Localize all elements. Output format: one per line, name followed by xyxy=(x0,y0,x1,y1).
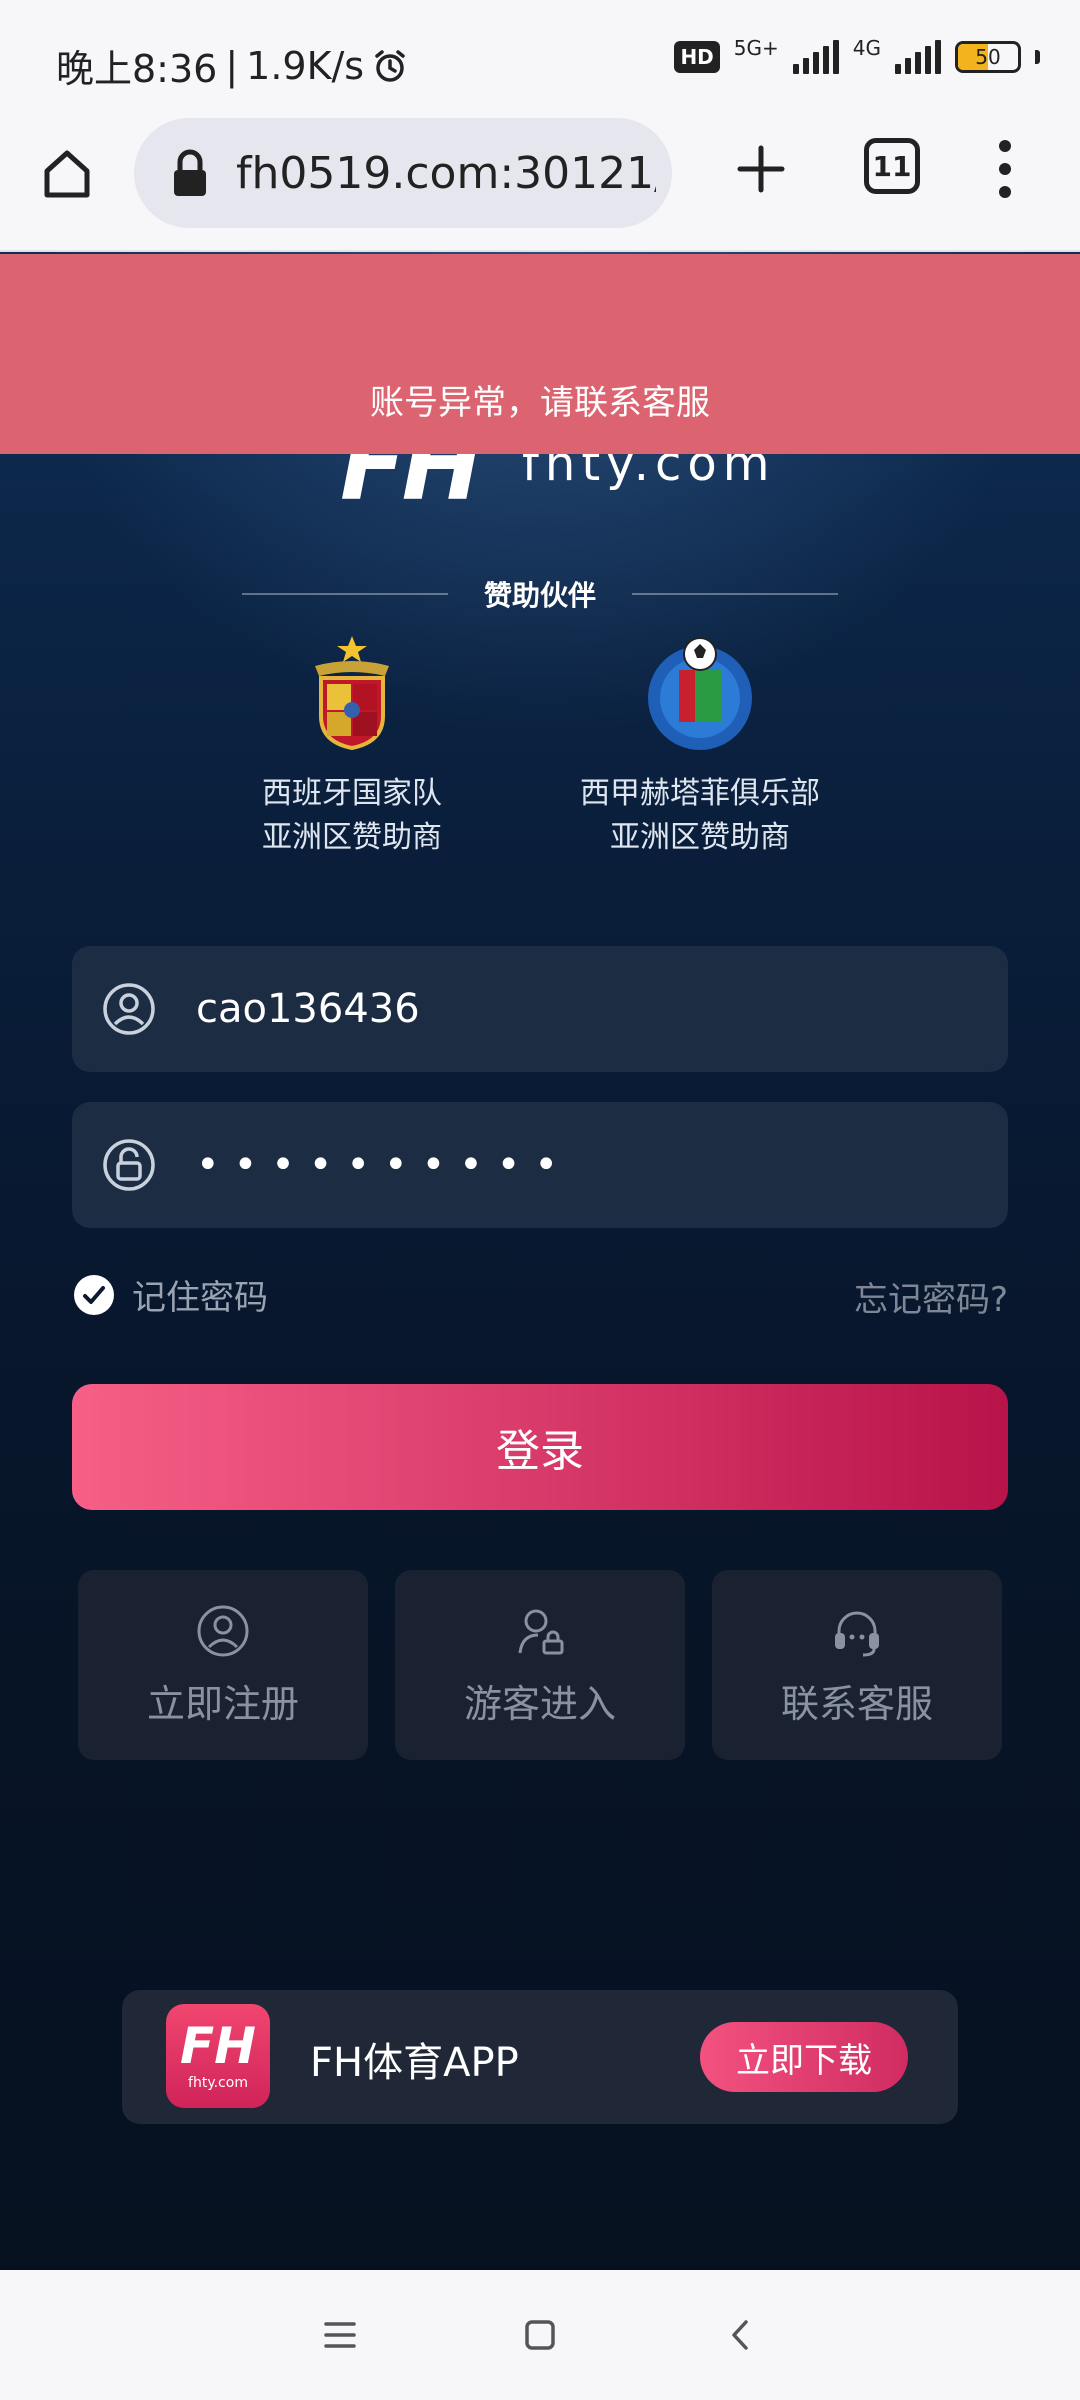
signal-4g-icon xyxy=(895,40,941,74)
status-separator: | xyxy=(225,43,239,88)
status-speed: 1.9K/s xyxy=(246,43,365,88)
username-value: cao136436 xyxy=(196,986,420,1032)
sponsor-getafe-line1: 西甲赫塔菲俱乐部 xyxy=(580,776,820,811)
address-bar[interactable]: fh0519.com:30121/en xyxy=(134,118,672,228)
remember-password-checkbox[interactable]: 记住密码 xyxy=(74,1270,268,1319)
status-left: 晚上8:36 | 1.9K/s xyxy=(56,38,408,93)
system-nav-bar xyxy=(0,2270,1080,2400)
getafe-crest-icon xyxy=(648,637,752,750)
support-label: 联系客服 xyxy=(780,1681,933,1726)
divider xyxy=(632,593,838,595)
app-logo-text: FH xyxy=(179,2017,256,2075)
contact-support-button[interactable]: 联系客服 xyxy=(712,1570,1002,1760)
remember-label: 记住密码 xyxy=(132,1278,268,1318)
battery-icon: 50 xyxy=(955,41,1021,73)
guest-entry-button[interactable]: 游客进入 xyxy=(395,1570,685,1760)
sponsor-getafe-line2: 亚洲区赞助商 xyxy=(610,820,790,855)
battery-level: 50 xyxy=(975,45,1001,69)
password-value: •••••••••• xyxy=(196,1142,572,1188)
app-logo-domain: fhty.com xyxy=(188,2075,248,2091)
username-field[interactable]: cao136436 xyxy=(72,946,1008,1072)
forgot-password-link[interactable]: 忘记密码? xyxy=(854,1272,1008,1321)
headset-icon xyxy=(835,1611,879,1656)
home-square-icon[interactable] xyxy=(510,2305,570,2365)
app-logo: FH fhty.com xyxy=(166,2004,270,2108)
signal-5g-icon xyxy=(792,40,839,74)
user-icon xyxy=(103,983,155,1035)
divider xyxy=(241,593,448,595)
alert-message: 账号异常，请联系客服 xyxy=(370,383,710,423)
battery-tip xyxy=(1035,50,1040,64)
password-field[interactable]: •••••••••• xyxy=(72,1102,1008,1228)
checkmark-icon xyxy=(74,1274,114,1315)
status-right: HD 5G+ 4G 50 xyxy=(674,36,1040,74)
user-circle-icon xyxy=(197,1605,249,1656)
page-content: FH fhty.com 赞助伙伴 西班牙国家队 亚洲区赞助商 西甲赫塔菲俱乐部 … xyxy=(0,252,1080,2270)
download-button[interactable]: 立即下载 xyxy=(700,2022,908,2092)
download-label: 立即下载 xyxy=(736,2040,872,2081)
recents-menu-icon[interactable] xyxy=(310,2305,370,2365)
alarm-icon xyxy=(375,49,405,82)
lock-open-icon xyxy=(103,1139,155,1191)
home-icon xyxy=(44,150,90,198)
guest-user-icon xyxy=(518,1609,564,1654)
browser-toolbar: fh0519.com:30121/en 11 xyxy=(0,110,1080,252)
tab-switcher-icon[interactable]: 11 xyxy=(864,138,920,194)
new-tab-plus-icon xyxy=(737,145,785,193)
hd-badge: HD xyxy=(674,41,720,73)
status-bar: 晚上8:36 | 1.9K/s HD 5G+ 4G 50 xyxy=(0,0,1080,120)
sponsor-getafe: 西甲赫塔菲俱乐部 亚洲区赞助商 xyxy=(570,632,830,860)
account-error-alert: 账号异常，请联系客服 xyxy=(0,254,1080,454)
sponsor-title: 赞助伙伴 xyxy=(483,579,596,612)
new-tab-button[interactable] xyxy=(726,134,796,204)
guest-label: 游客进入 xyxy=(463,1681,616,1726)
net-5g-label: 5G+ xyxy=(733,36,779,60)
register-button[interactable]: 立即注册 xyxy=(78,1570,368,1760)
app-name: FH体育APP xyxy=(310,2040,519,2086)
spain-crest-icon xyxy=(315,636,389,751)
net-4g-label: 4G xyxy=(852,36,881,60)
sponsor-spain-line2: 亚洲区赞助商 xyxy=(262,820,442,855)
tab-count: 11 xyxy=(872,149,912,183)
register-label: 立即注册 xyxy=(146,1681,299,1726)
login-label: 登录 xyxy=(496,1426,584,1477)
sponsor-spain-line1: 西班牙国家队 xyxy=(262,776,442,811)
sponsor-spain: 西班牙国家队 亚洲区赞助商 xyxy=(222,632,482,860)
login-button[interactable]: 登录 xyxy=(72,1384,1008,1510)
sponsor-header: 赞助伙伴 xyxy=(220,564,860,624)
status-time: 晚上8:36 xyxy=(56,47,218,91)
home-button[interactable] xyxy=(32,138,102,208)
url-text: fh0519.com:30121/en xyxy=(236,147,656,199)
back-chevron-icon[interactable] xyxy=(710,2305,770,2365)
app-download-banner: FH fhty.com FH体育APP 立即下载 xyxy=(122,1990,958,2124)
overflow-menu-icon[interactable] xyxy=(980,134,1030,204)
lock-icon xyxy=(174,149,206,196)
